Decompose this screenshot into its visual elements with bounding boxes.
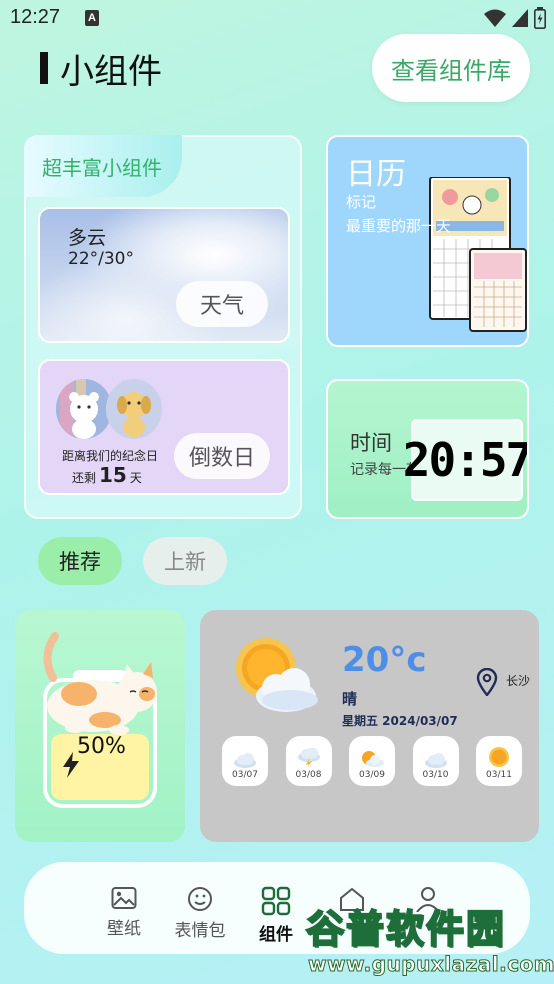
sun-icon [489, 747, 509, 767]
clock-title: 时间 [350, 431, 392, 455]
forecast-day: 03/09 [349, 736, 395, 786]
notification-icon: A [85, 10, 99, 26]
calendar-title: 日历 [346, 157, 406, 192]
nav-label: 组件 [259, 925, 293, 945]
countdown-button[interactable]: 倒数日 [174, 433, 270, 479]
page-title: 小组件 [60, 51, 162, 92]
tab-recommended[interactable]: 推荐 [38, 537, 122, 585]
forecast-date: 03/08 [295, 770, 322, 780]
nav-item-widgets[interactable]: 组件 [244, 886, 308, 945]
featured-tag: 超丰富小组件 [24, 135, 182, 197]
nav-label: 壁纸 [107, 919, 141, 939]
clock-display: 20:57 [403, 419, 527, 501]
countdown-widget-preview[interactable]: 距离我们的纪念日 还剩 15 天 倒数日 [38, 359, 290, 495]
forecast-date: 03/10 [422, 770, 449, 780]
watermark-title: 谷普软件园 [305, 906, 507, 952]
weather-city: 长沙 [506, 674, 531, 688]
emoji-icon [188, 887, 212, 911]
cat-illustration [43, 632, 157, 735]
calendar-illustration [429, 177, 527, 332]
countdown-days: 15 [99, 463, 127, 487]
featured-tag-label: 超丰富小组件 [42, 155, 162, 180]
forecast-day: 03/10 [412, 736, 459, 786]
signal-icon [512, 9, 528, 27]
header: 小组件 [40, 48, 162, 92]
grid-icon [261, 886, 291, 916]
forecast-day: 03/11 [476, 736, 522, 786]
status-time: 12:27 [10, 6, 61, 28]
tab-new[interactable]: 上新 [143, 537, 227, 585]
battery-widget[interactable]: 50% [15, 610, 185, 842]
battery-status-icon [534, 7, 546, 29]
weather-temperature: 20°c [342, 640, 427, 680]
sun-cloud-icon [236, 638, 318, 712]
watermark: 谷普软件园 www.gupuxlazal.com [300, 896, 554, 984]
status-icons [484, 6, 546, 30]
weather-condition-label: 晴 [342, 690, 358, 708]
forecast-date: 03/09 [359, 770, 385, 780]
forecast-row: 03/07 03/08 03/09 03/10 03/11 [222, 736, 522, 786]
nav-label: 表情包 [174, 921, 226, 941]
partly-cloudy-icon [362, 751, 384, 767]
weather-condition: 多云 [68, 227, 107, 249]
view-widget-library-button[interactable]: 查看组件库 [372, 34, 530, 102]
countdown-prefix: 还剩 [72, 471, 97, 485]
forecast-day: 03/07 [222, 736, 268, 786]
countdown-remaining: 还剩 15 天 [72, 463, 142, 487]
countdown-unit: 天 [129, 471, 142, 485]
cloud-icon [424, 753, 447, 768]
forecast-date: 03/11 [486, 770, 512, 780]
weather-widget-preview[interactable]: 多云 22°/30° 天气 [38, 207, 290, 343]
location-pin-icon [476, 668, 498, 696]
weather-button[interactable]: 天气 [176, 281, 268, 327]
weather-temp-range: 22°/30° [68, 249, 134, 269]
cloud-icon [234, 753, 256, 768]
countdown-caption: 距离我们的纪念日 [62, 449, 159, 463]
calendar-subtitle-1: 标记 [346, 193, 377, 211]
nav-item-stickers[interactable]: 表情包 [168, 886, 232, 941]
calendar-subtitle-2: 最重要的那一天 [346, 217, 452, 235]
forecast-day: 03/08 [285, 736, 332, 786]
weather-widget[interactable]: 20°c 晴 星期五 2024/03/07 长沙 03/07 03/08 03/… [200, 610, 539, 842]
title-accent-bar [40, 52, 48, 84]
nav-item-wallpaper[interactable]: 壁纸 [92, 886, 156, 939]
avatar-dog [106, 379, 162, 439]
clock-widget-card[interactable]: 时间 记录每一刻 20:57 [326, 379, 529, 519]
watermark-url: www.gupuxlazal.com [307, 952, 554, 977]
thunderstorm-icon [297, 748, 320, 768]
battery-percent: 50% [77, 734, 126, 759]
status-bar: 12:27 A [0, 0, 554, 38]
featured-widgets-card: 超丰富小组件 多云 22°/30° 天气 距离我们的纪念日 还剩 15 天 倒数… [24, 135, 302, 519]
avatar-bear [56, 379, 112, 439]
forecast-date: 03/07 [232, 770, 258, 780]
calendar-widget-card[interactable]: 日历 标记 最重要的那一天 [326, 135, 529, 347]
weather-date: 星期五 2024/03/07 [342, 714, 458, 728]
wifi-icon [484, 9, 506, 27]
image-icon [111, 887, 137, 909]
